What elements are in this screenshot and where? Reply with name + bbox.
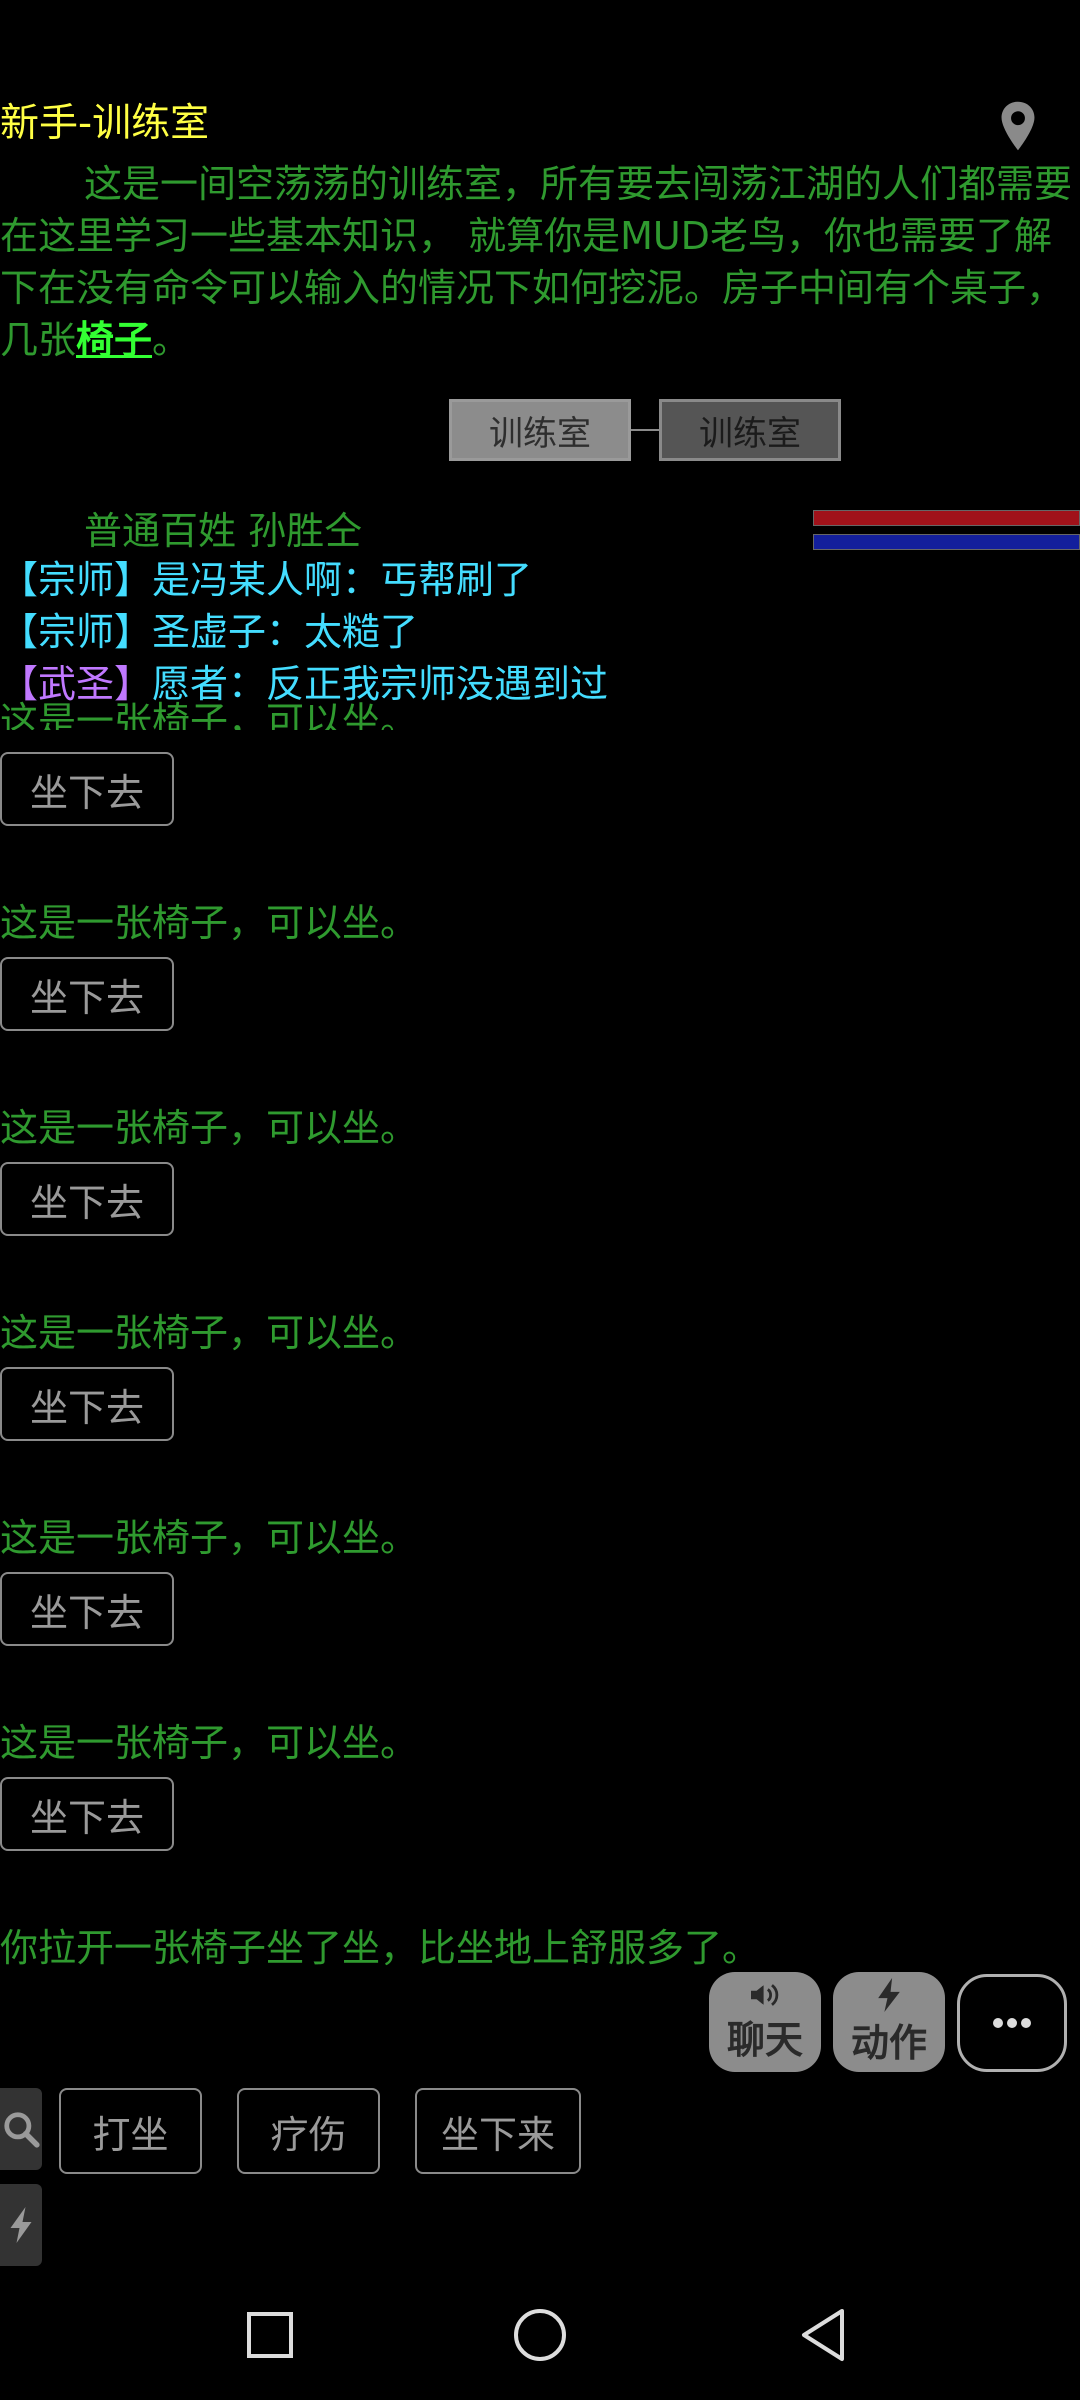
ellipsis-icon [993,2018,1031,2028]
npc-label[interactable]: 普通百姓 孙胜仝 [84,500,362,555]
map-current-room[interactable]: 训练室 [449,399,631,461]
more-button[interactable] [957,1974,1067,2072]
skill-button-meditate[interactable]: 打坐 [59,2088,202,2174]
chat-message: 【武圣】愿者：反正我宗师没遇到过 [0,658,608,710]
chair-description: 这是一张椅子，可以坐。 [0,1516,419,1560]
map-connector [631,429,659,431]
sit-down-button[interactable]: 坐下去 [0,957,174,1031]
chat-button-label: 聊天 [726,2017,803,2062]
chat-message: 【宗师】圣虚子：太糙了 [0,606,418,658]
sit-down-button[interactable]: 坐下去 [0,1367,174,1441]
chair-description: 这是一张椅子，可以坐。 [0,1106,419,1150]
sit-down-button[interactable]: 坐下去 [0,1777,174,1851]
search-icon [4,2112,40,2148]
sit-down-button[interactable]: 坐下去 [0,752,174,826]
chat-button[interactable]: 聊天 [709,1972,821,2072]
chair-description: 这是一张椅子，可以坐。 [0,1721,419,1765]
chat-tag: 【武圣】 [0,662,153,706]
chat-message: 【宗师】是冯某人啊：丐帮刷了 [0,554,532,606]
square-icon [247,2312,293,2358]
quick-action-button[interactable] [0,2184,42,2266]
speaker-icon [751,1983,779,2006]
chat-text: 圣虚子：太糙了 [152,610,419,654]
circle-icon [514,2309,566,2361]
room-title: 新手-训练室 [0,101,210,146]
recent-apps-button[interactable] [235,2290,305,2380]
sit-down-button[interactable]: 坐下去 [0,1162,174,1236]
sit-down-button[interactable]: 坐下去 [0,1572,174,1646]
lightning-icon [878,1977,900,2012]
chair-description: 这是一张椅子，可以坐。 [0,901,419,945]
chat-text: 愿者：反正我宗师没遇到过 [152,662,609,706]
chair-link[interactable]: 椅子 [76,318,152,362]
action-button-label: 动作 [850,2020,927,2065]
room-description: 这是一间空荡荡的训练室，所有要去闯荡江湖的人们都需要在这里学习一些基本知识， 就… [0,158,1080,366]
chat-text: 是冯某人啊：丐帮刷了 [152,558,533,602]
home-button[interactable] [505,2290,575,2380]
mp-bar [813,534,1080,550]
room-description-end: 。 [152,318,191,362]
chair-description: 这是一张椅子，可以坐。 [0,1311,419,1355]
location-pin-icon[interactable] [996,100,1040,152]
skill-button-sit[interactable]: 坐下来 [415,2088,581,2174]
chat-tag: 【宗师】 [0,610,153,654]
hp-bar [813,510,1080,526]
chat-tag: 【宗师】 [0,558,153,602]
search-button[interactable] [0,2088,42,2170]
map-neighbor-room[interactable]: 训练室 [659,399,841,461]
skill-button-heal[interactable]: 疗伤 [237,2088,380,2174]
back-triangle-icon [802,2309,844,2361]
action-button[interactable]: 动作 [833,1972,945,2072]
result-message: 你拉开一张椅子坐了坐，比坐地上舒服多了。 [0,1926,761,1970]
back-button[interactable] [788,2290,858,2380]
lightning-icon [10,2207,32,2243]
